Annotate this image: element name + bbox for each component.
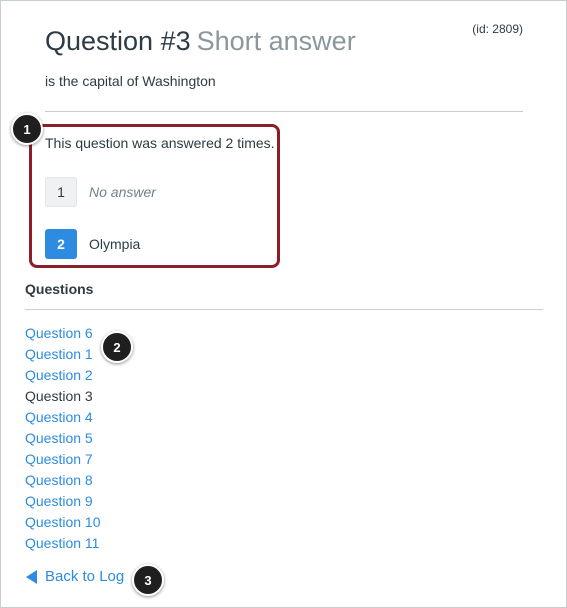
question-link-10[interactable]: Question 10 (25, 514, 101, 530)
answered-count: This question was answered 2 times. (45, 135, 275, 151)
question-link-4[interactable]: Question 4 (25, 409, 93, 425)
answer-text: Olympia (89, 236, 141, 252)
question-link-1[interactable]: Question 1 (25, 346, 93, 362)
list-item: Question 2 (25, 366, 101, 387)
list-item: Question 3 (25, 387, 101, 408)
list-item: Question 7 (25, 450, 101, 471)
list-item: Question 8 (25, 471, 101, 492)
list-item: Question 11 (25, 534, 101, 555)
callout-badge-2: 2 (101, 331, 133, 363)
answer-row: 1 No answer (45, 177, 156, 207)
answer-row-selected: 2 Olympia (45, 229, 140, 259)
question-link-7[interactable]: Question 7 (25, 451, 93, 467)
back-to-log-link[interactable]: Back to Log (26, 568, 124, 585)
back-arrow-icon (26, 569, 37, 584)
answer-number-badge: 1 (45, 177, 77, 207)
divider (45, 111, 523, 112)
list-item: Question 1 (25, 345, 101, 366)
question-header: Question #3 Short answer (45, 24, 525, 58)
current-question: Question 3 (25, 388, 93, 404)
question-link-6[interactable]: Question 6 (25, 325, 93, 341)
callout-badge-1: 1 (11, 113, 43, 145)
questions-heading: Questions (25, 281, 94, 297)
back-to-log-label: Back to Log (45, 568, 125, 585)
question-link-5[interactable]: Question 5 (25, 430, 93, 446)
list-item: Question 5 (25, 429, 101, 450)
question-link-2[interactable]: Question 2 (25, 367, 93, 383)
question-text: is the capital of Washington (45, 73, 216, 89)
question-link-11[interactable]: Question 11 (25, 535, 99, 551)
list-item: Question 4 (25, 408, 101, 429)
list-item: Question 10 (25, 513, 101, 534)
question-id: (id: 2809) (472, 22, 523, 36)
question-title: Question #3 (45, 26, 191, 56)
questions-list: Question 6 Question 1 Question 2 Questio… (25, 324, 101, 555)
question-link-9[interactable]: Question 9 (25, 493, 93, 509)
page-title: Question #3 Short answer (45, 24, 525, 58)
answer-number-badge-selected: 2 (45, 229, 77, 259)
list-item: Question 9 (25, 492, 101, 513)
divider (25, 309, 543, 310)
list-item: Question 6 (25, 324, 101, 345)
answer-text: No answer (89, 184, 156, 200)
question-type: Short answer (196, 26, 356, 56)
question-link-8[interactable]: Question 8 (25, 472, 93, 488)
callout-badge-3: 3 (132, 564, 164, 596)
